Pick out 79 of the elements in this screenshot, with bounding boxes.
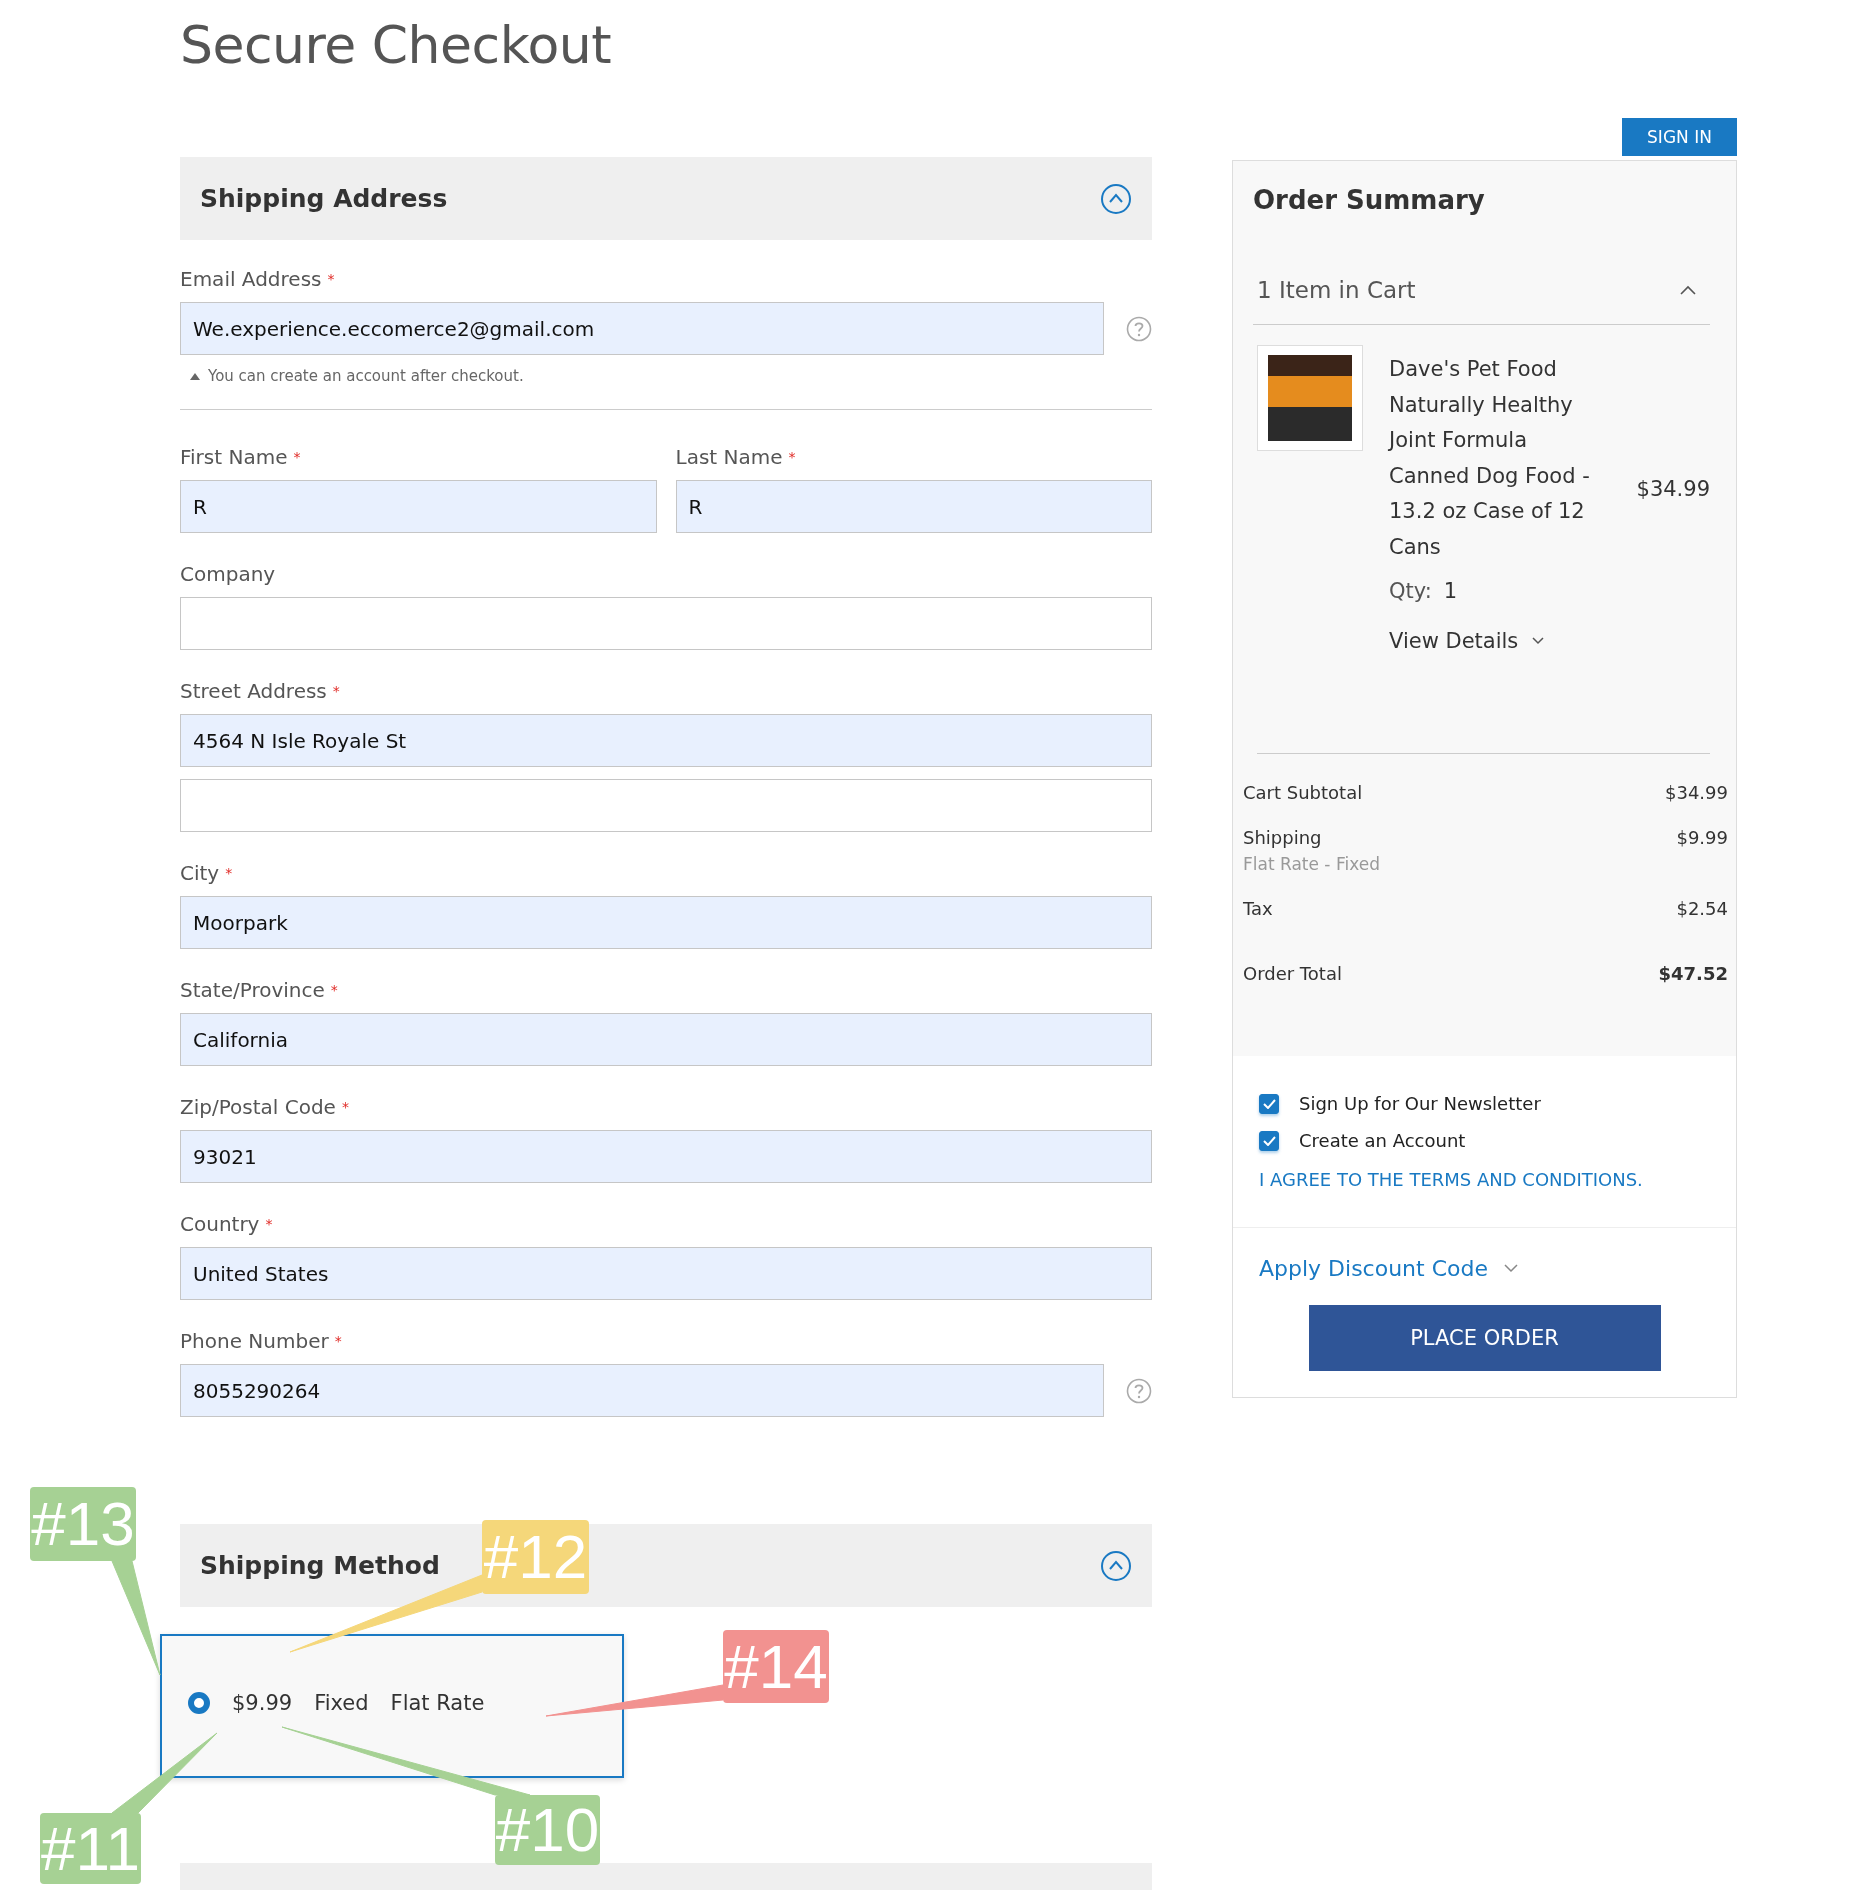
field-note: You can create an account after checkout. [208, 367, 524, 385]
input-field[interactable] [180, 779, 1152, 832]
shipping-option[interactable]: $9.99 Fixed Flat Rate [160, 1634, 624, 1778]
field-label: First Name * [180, 444, 302, 470]
field-label: Email Address * [180, 266, 336, 292]
total-label: Cart Subtotal [1243, 782, 1363, 803]
qty-label: Qty: [1389, 579, 1432, 603]
field-label: City * [180, 860, 234, 886]
required-mark: * [334, 1333, 342, 1349]
required-mark: * [788, 449, 796, 465]
qty-value: 1 [1443, 579, 1458, 603]
total-value: $47.52 [1658, 963, 1728, 984]
input-field[interactable]: United States [180, 1247, 1152, 1300]
input-field[interactable]: We.experience.eccomerce2@gmail.com [180, 302, 1104, 355]
annotation-label: #11 [40, 1813, 141, 1884]
field-label: Company [180, 561, 277, 587]
required-mark: * [332, 683, 340, 699]
collapse-icon[interactable] [1100, 1549, 1132, 1582]
terms-link[interactable]: I AGREE TO THE TERMS AND CONDITIONS. [1259, 1169, 1710, 1190]
summary-title: Order Summary [1253, 185, 1486, 215]
cart-heading[interactable]: 1 Item in Cart [1257, 277, 1416, 303]
checkbox-label[interactable]: Sign Up for Our Newsletter [1299, 1093, 1541, 1114]
caret-icon [1504, 1264, 1518, 1273]
option-price: $9.99 [232, 1691, 293, 1715]
section-header[interactable]: Shipping Address [180, 157, 1152, 240]
input-field[interactable]: 93021 [180, 1130, 1152, 1183]
field-label: Last Name * [675, 444, 797, 470]
annotation-label: #14 [723, 1630, 829, 1703]
discount-code-toggle[interactable]: Apply Discount Code [1259, 1256, 1518, 1281]
annotation-label: #12 [482, 1520, 589, 1594]
required-mark: * [341, 1099, 349, 1115]
annotation-label: #13 [30, 1487, 136, 1561]
field-label: Street Address * [180, 678, 341, 704]
product-price: $34.99 [1636, 477, 1710, 501]
section-title: Shipping Method [200, 1551, 440, 1580]
total-label: Order Total [1243, 963, 1342, 984]
collapse-icon[interactable] [1100, 182, 1132, 215]
required-mark: * [330, 982, 338, 998]
product-name: Dave's Pet Food Naturally Healthy Joint Formula Canned Dog Food - 13.2 oz Case of 12 Cans [1389, 356, 1591, 561]
help-icon[interactable] [1126, 1377, 1152, 1404]
input-field[interactable]: 8055290264 [180, 1364, 1104, 1417]
checkbox[interactable] [1259, 1093, 1279, 1114]
place-order-button[interactable]: PLACE ORDER [1308, 1305, 1661, 1371]
required-mark: * [293, 449, 301, 465]
required-mark: * [327, 271, 335, 287]
required-mark: * [225, 865, 233, 881]
caret-icon [1532, 637, 1545, 645]
checkbox-label[interactable]: Create an Account [1299, 1130, 1466, 1151]
option-carrier: Flat Rate [390, 1691, 485, 1715]
caret-icon[interactable] [1680, 285, 1696, 295]
check-icon [1262, 1098, 1276, 1109]
checkbox[interactable] [1259, 1130, 1279, 1151]
required-mark: * [265, 1216, 273, 1232]
sign-in-button[interactable]: SIGN IN [1622, 118, 1737, 156]
input-field[interactable] [180, 597, 1152, 650]
page-title: Secure Checkout [180, 14, 613, 77]
total-value: $34.99 [1665, 782, 1728, 803]
view-details-link[interactable]: View Details [1389, 629, 1609, 653]
check-icon [1262, 1135, 1276, 1146]
input-field[interactable]: 4564 N Isle Royale St [180, 714, 1152, 767]
field-label: Phone Number * [180, 1328, 343, 1354]
radio-button[interactable] [188, 1692, 210, 1714]
total-label: Shipping [1243, 827, 1323, 848]
field-label: Country * [180, 1211, 274, 1237]
option-method: Fixed [314, 1691, 369, 1715]
section-title: Shipping Address [200, 184, 448, 213]
triangle-icon [190, 372, 200, 380]
total-value: $2.54 [1676, 898, 1728, 919]
total-label: Tax [1243, 898, 1273, 919]
help-icon[interactable] [1126, 315, 1152, 342]
field-label: State/Province * [180, 977, 339, 1003]
total-value: $9.99 [1676, 827, 1728, 850]
input-field[interactable]: R [675, 480, 1152, 533]
annotation-label: #10 [495, 1795, 600, 1865]
input-field[interactable]: California [180, 1013, 1152, 1066]
input-field[interactable]: Moorpark [180, 896, 1152, 949]
total-sublabel: Flat Rate - Fixed [1243, 854, 1380, 874]
input-field[interactable]: R [180, 480, 657, 533]
field-label: Zip/Postal Code * [180, 1094, 350, 1120]
